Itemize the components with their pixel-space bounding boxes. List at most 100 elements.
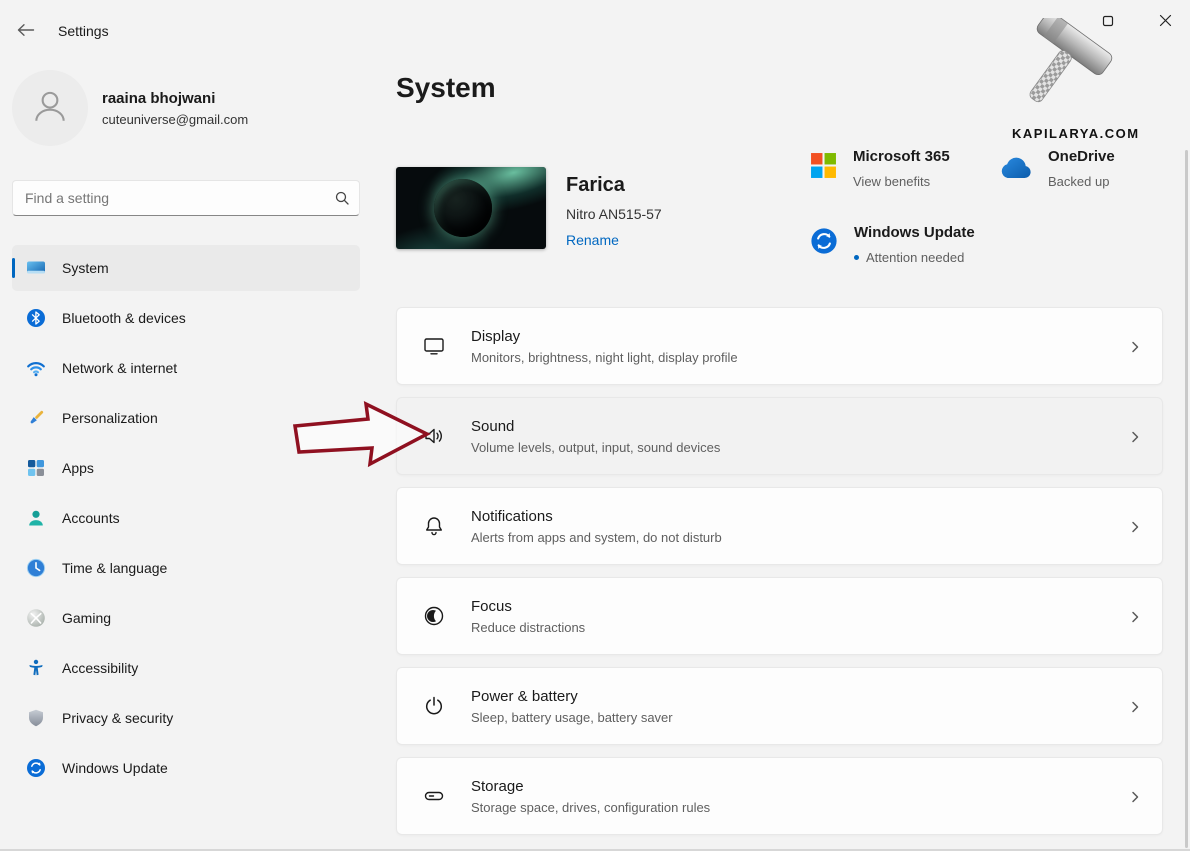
windows-update-icon [26,758,46,778]
chevron-right-icon [1128,429,1142,450]
sidebar-item-label: Accessibility [62,660,138,676]
onedrive-title: OneDrive [1048,148,1115,166]
sidebar-nav: System Bluetooth & devices Network & int… [12,245,360,795]
microsoft-365-status-card[interactable]: Microsoft 365 View benefits [810,148,950,189]
sidebar-item-label: Windows Update [62,760,168,776]
card-title: Power & battery [471,688,673,705]
sidebar-item-label: Privacy & security [62,710,173,726]
search-input[interactable] [12,180,360,216]
bluetooth-icon [26,308,46,328]
chevron-right-icon [1128,699,1142,720]
page-title: System [396,72,496,104]
attention-dot [854,255,859,260]
accessibility-icon [26,658,46,678]
card-sound[interactable]: Sound Volume levels, output, input, soun… [396,397,1163,475]
card-subtitle: Volume levels, output, input, sound devi… [471,440,720,455]
close-button[interactable] [1145,8,1185,38]
gaming-icon [26,608,46,628]
sidebar-item-time-language[interactable]: Time & language [12,545,360,591]
sidebar-item-accessibility[interactable]: Accessibility [12,645,360,691]
focus-icon [421,604,447,628]
search-box [12,180,360,216]
device-name: Farica [566,174,625,197]
card-title: Focus [471,598,585,615]
chevron-right-icon [1128,789,1142,810]
card-display[interactable]: Display Monitors, brightness, night ligh… [396,307,1163,385]
card-subtitle: Alerts from apps and system, do not dist… [471,530,722,545]
sidebar-item-system[interactable]: System [12,245,360,291]
sidebar-item-label: Personalization [62,410,158,426]
microsoft-365-icon [810,152,837,184]
sidebar-item-privacy-security[interactable]: Privacy & security [12,695,360,741]
system-icon [26,258,46,278]
card-subtitle: Monitors, brightness, night light, displ… [471,350,738,365]
card-title: Sound [471,418,720,435]
account-name: raaina bhojwani [102,90,215,107]
notifications-icon [421,514,447,538]
card-title: Storage [471,778,710,795]
windows-update-icon [810,227,838,260]
settings-window: Settings raaina bhojwani cuteuniverse@gm… [0,0,1190,851]
power-battery-icon [421,694,447,718]
sidebar-item-label: System [62,260,109,276]
avatar [12,70,88,146]
card-power-battery[interactable]: Power & battery Sleep, battery usage, ba… [396,667,1163,745]
windows-update-subtitle: Attention needed [854,250,975,265]
sidebar-item-accounts[interactable]: Accounts [12,495,360,541]
privacy-security-icon [26,708,46,728]
hammer-watermark-icon [1018,18,1133,118]
search-icon [334,190,350,211]
card-title: Display [471,328,738,345]
card-subtitle: Reduce distractions [471,620,585,635]
microsoft-365-title: Microsoft 365 [853,148,950,166]
close-icon [1159,14,1172,32]
selection-indicator [12,258,15,278]
onedrive-status-card[interactable]: OneDrive Backed up [994,148,1115,189]
watermark-text: KAPILARYA.COM [1012,126,1140,141]
sidebar-item-label: Bluetooth & devices [62,310,186,326]
sidebar-item-network-internet[interactable]: Network & internet [12,345,360,391]
card-subtitle: Sleep, battery usage, battery saver [471,710,673,725]
sidebar-item-label: Gaming [62,610,111,626]
device-wallpaper-thumbnail [396,167,546,249]
sidebar-item-bluetooth-devices[interactable]: Bluetooth & devices [12,295,360,341]
card-notifications[interactable]: Notifications Alerts from apps and syste… [396,487,1163,565]
account-email: cuteuniverse@gmail.com [102,112,248,127]
chevron-right-icon [1128,609,1142,630]
window-title: Settings [58,23,109,39]
scrollbar[interactable] [1185,150,1188,848]
chevron-right-icon [1128,339,1142,360]
sidebar-item-label: Accounts [62,510,120,526]
sidebar-item-label: Time & language [62,560,167,576]
chevron-right-icon [1128,519,1142,540]
back-button[interactable] [12,20,40,44]
windows-update-status-card[interactable]: Windows Update Attention needed [810,224,975,265]
sidebar-item-gaming[interactable]: Gaming [12,595,360,641]
device-model: Nitro AN515-57 [566,206,662,222]
sound-icon [421,424,447,448]
apps-icon [26,458,46,478]
planet-graphic [434,179,492,237]
card-storage[interactable]: Storage Storage space, drives, configura… [396,757,1163,835]
personalization-icon [26,408,46,428]
display-icon [421,334,447,358]
onedrive-subtitle[interactable]: Backed up [1048,174,1115,189]
sidebar-item-label: Network & internet [62,360,177,376]
sidebar-item-apps[interactable]: Apps [12,445,360,491]
sidebar-item-windows-update[interactable]: Windows Update [12,745,360,791]
rename-link[interactable]: Rename [566,232,619,248]
card-title: Notifications [471,508,722,525]
card-subtitle: Storage space, drives, configuration rul… [471,800,710,815]
windows-update-title: Windows Update [854,224,975,242]
accounts-icon [26,508,46,528]
time-language-icon [26,558,46,578]
card-focus[interactable]: Focus Reduce distractions [396,577,1163,655]
network-icon [26,358,46,378]
sidebar-item-personalization[interactable]: Personalization [12,395,360,441]
sidebar-item-label: Apps [62,460,94,476]
onedrive-cloud-icon [994,157,1032,187]
back-arrow-icon [17,23,35,42]
microsoft-365-subtitle[interactable]: View benefits [853,174,950,189]
storage-icon [421,784,447,808]
person-icon [29,85,71,132]
